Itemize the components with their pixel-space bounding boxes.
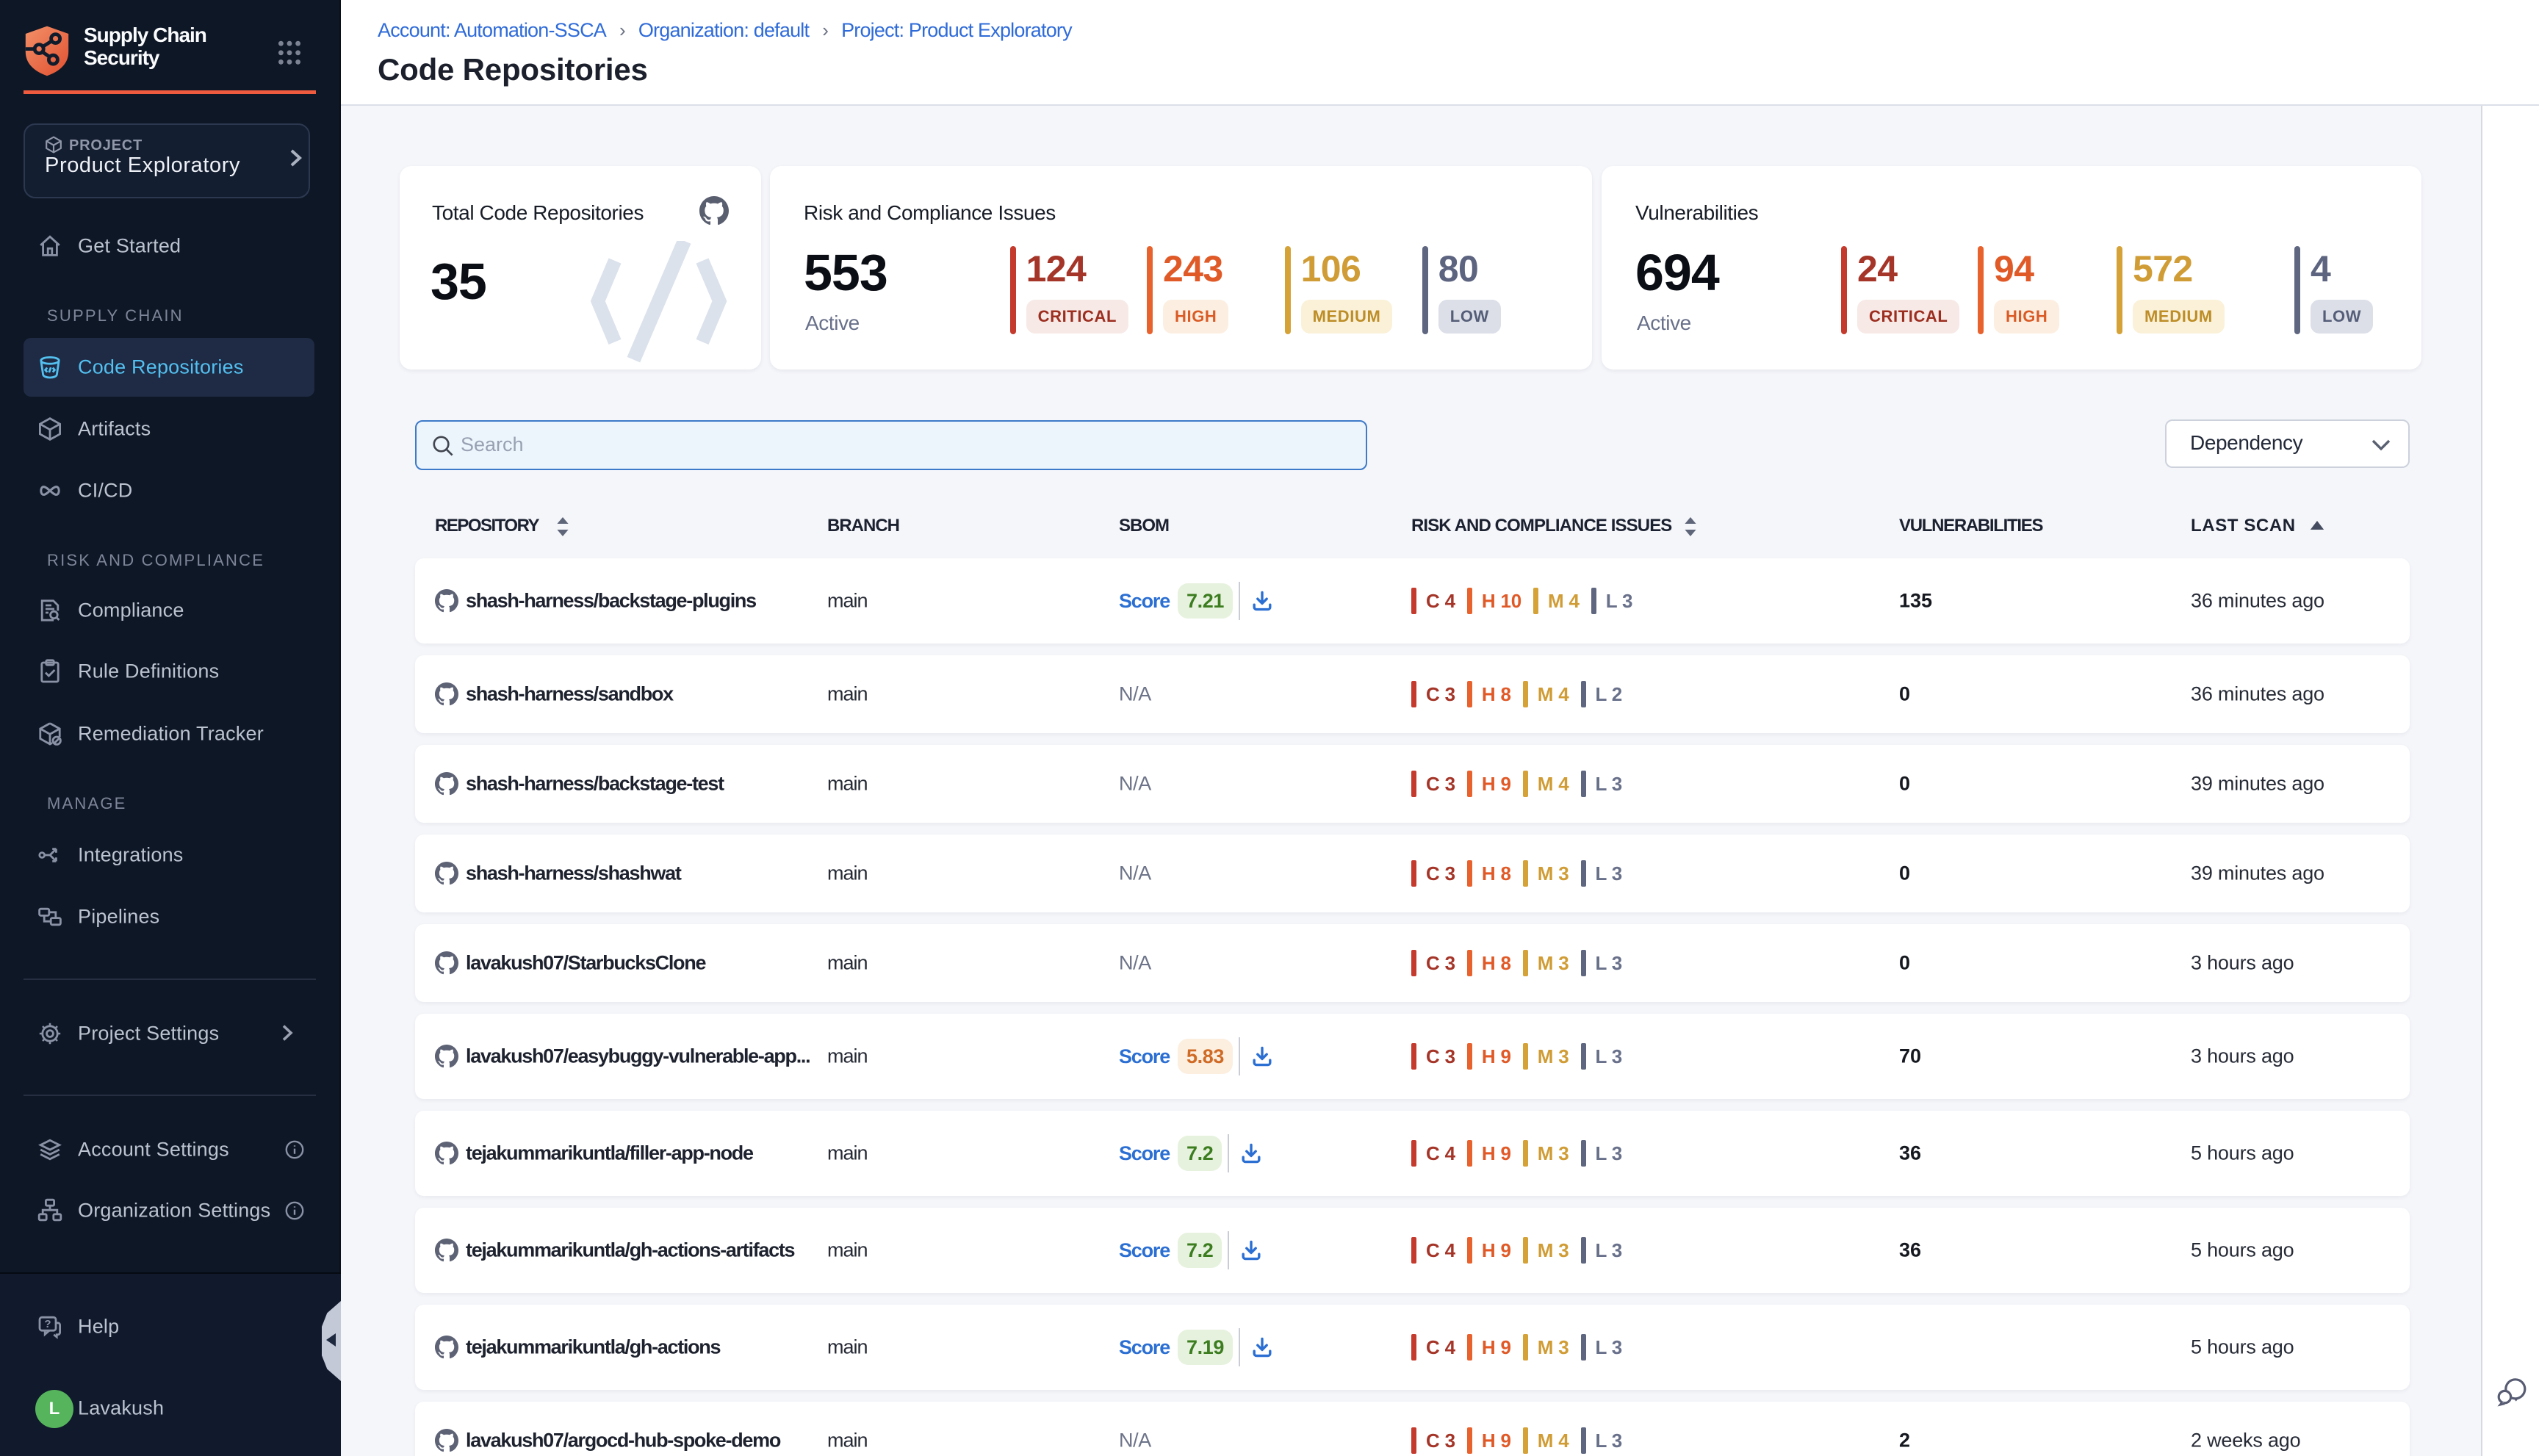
svg-text:?: ? — [44, 1318, 51, 1330]
